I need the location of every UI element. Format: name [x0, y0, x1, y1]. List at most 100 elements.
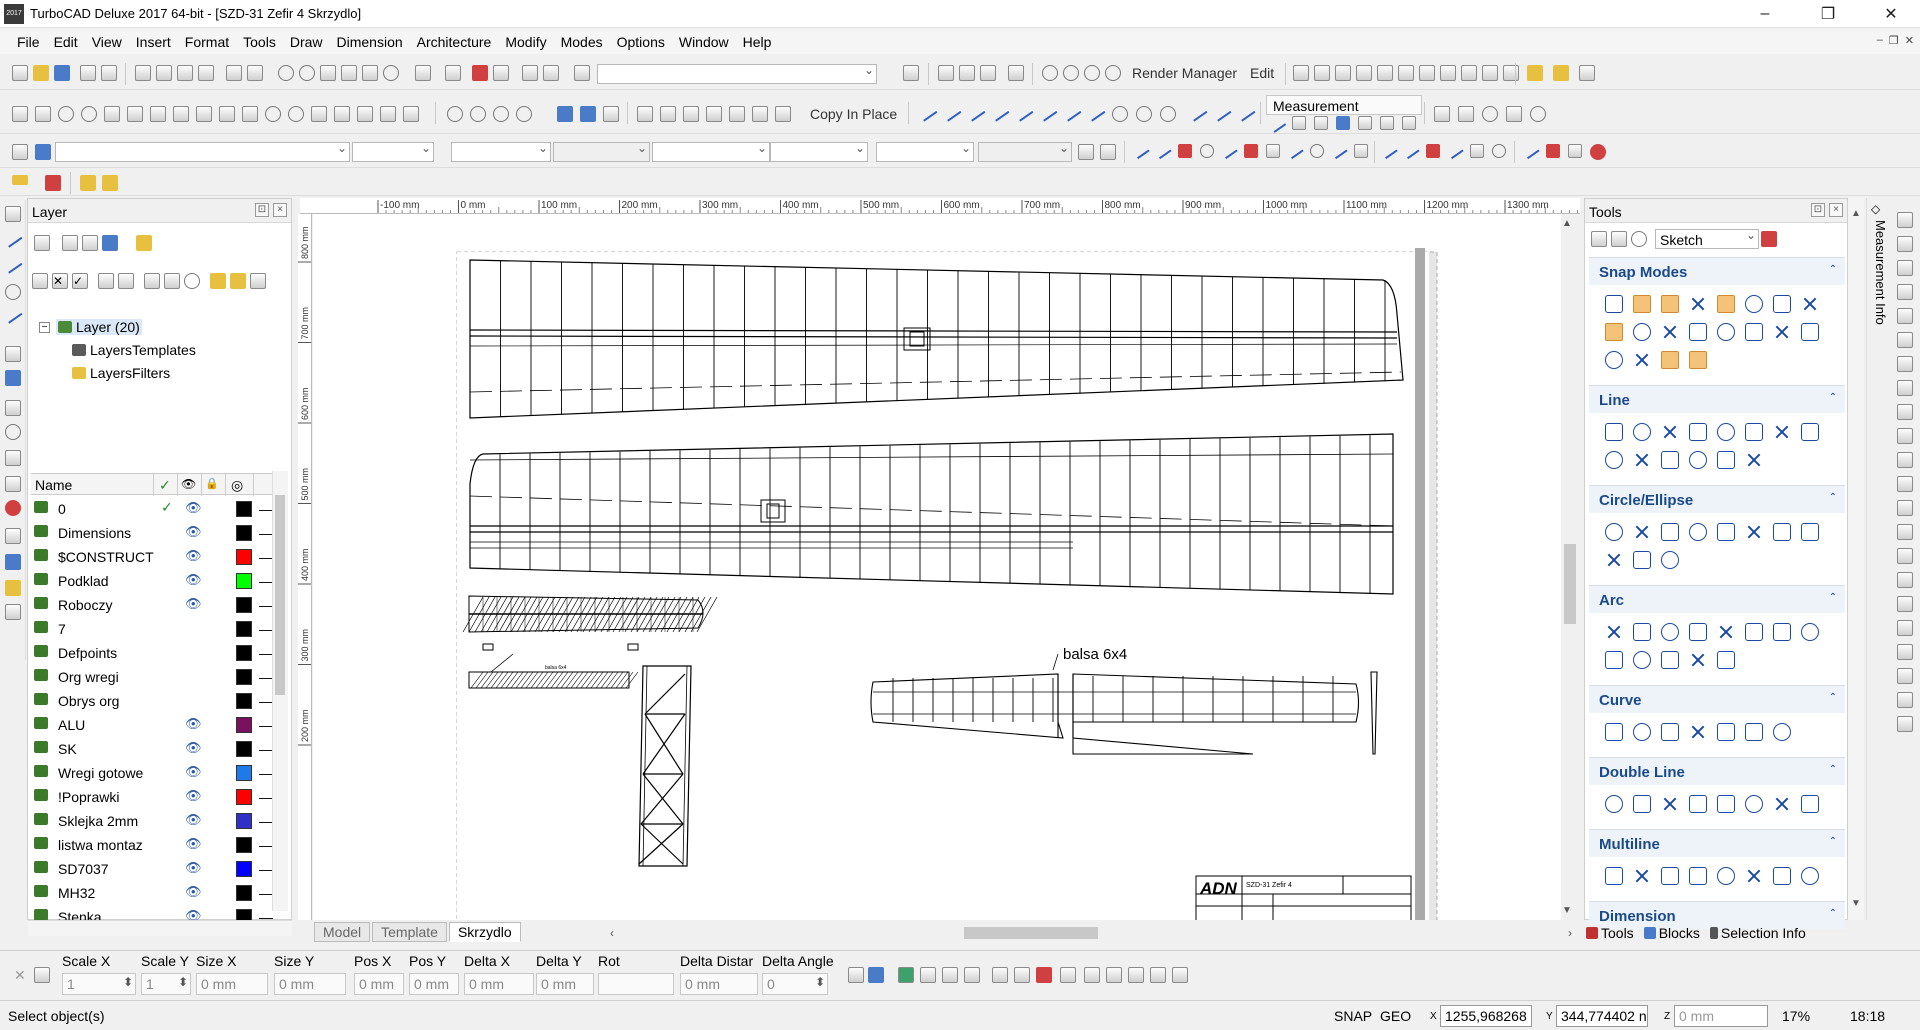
layer-linestyle[interactable]: — [259, 741, 273, 757]
layer-linestyle[interactable]: — [259, 861, 273, 877]
layer-color-swatch[interactable] [236, 813, 252, 829]
edit-tool-icon-4[interactable] [1446, 142, 1464, 160]
inspector-tool-icon-9[interactable] [1036, 967, 1052, 983]
layer-row[interactable]: Defpoints — [31, 641, 279, 665]
dock-tool-icon[interactable] [1897, 404, 1913, 420]
layer-row[interactable]: Wregi gotowe 👁 — [31, 761, 279, 785]
dock-tool-icon[interactable] [1897, 716, 1913, 732]
inspector-field[interactable]: 1 [62, 973, 136, 995]
canvas-hscrollbar[interactable]: ‹ › [610, 924, 1576, 942]
menu-tools[interactable]: Tools [236, 34, 283, 50]
line-tool-icon[interactable] [1717, 423, 1735, 441]
layer-color-swatch[interactable] [236, 645, 252, 661]
render-hidden-icon[interactable] [1084, 65, 1100, 81]
arc-tool-icon[interactable] [1773, 623, 1791, 641]
workplane-combo[interactable] [597, 63, 877, 84]
multiline-tool-icon[interactable] [1689, 867, 1707, 885]
help-pointer-icon[interactable] [903, 65, 919, 81]
cut-icon[interactable] [135, 65, 151, 81]
measurement-info-tab[interactable]: Measurement Info [1873, 220, 1888, 325]
layer-template-icon[interactable] [82, 235, 98, 251]
line-tool-icon[interactable] [1605, 451, 1623, 469]
modify-circle-icon[interactable] [1310, 144, 1324, 158]
spring-icon[interactable] [334, 106, 350, 122]
curve-tool-icon[interactable] [1745, 723, 1763, 741]
section-curve[interactable]: Curve ⌃ [1589, 685, 1845, 713]
line-tool-icon[interactable] [1801, 423, 1819, 441]
boolean-add-icon[interactable] [447, 106, 463, 122]
tree-collapse-icon[interactable]: − [39, 322, 50, 333]
curve-tool-icon[interactable] [1717, 723, 1735, 741]
linestyle-combo[interactable] [451, 141, 551, 162]
maximize-button[interactable]: ❐ [1805, 0, 1851, 28]
layer-row[interactable]: listwa montaz 👁 — [31, 833, 279, 857]
boolean-subtract-icon[interactable] [470, 106, 486, 122]
layer-linestyle[interactable]: — [259, 573, 273, 589]
copy-grid-icon[interactable] [660, 106, 676, 122]
layer-color-swatch[interactable] [236, 789, 252, 805]
refresh-view-icon[interactable] [1530, 106, 1546, 122]
spell-check-icon[interactable] [415, 65, 431, 81]
modify-offset-icon[interactable] [1266, 144, 1280, 158]
zoom-level[interactable]: 17% [1782, 1008, 1810, 1024]
wedge-3d-icon[interactable] [127, 106, 143, 122]
light-icon[interactable] [1527, 65, 1543, 81]
snap-extra-icon-2[interactable] [1212, 104, 1232, 122]
page-setup-icon[interactable] [574, 65, 590, 81]
insert-image-icon[interactable] [45, 175, 61, 191]
modify-extend-icon[interactable] [1154, 142, 1172, 160]
line-tool-icon[interactable] [1745, 451, 1763, 469]
tools-globe-icon[interactable] [1631, 231, 1647, 247]
layer-linestyle[interactable]: — [259, 717, 273, 733]
section-circle-ellipse[interactable]: Circle/Ellipse ⌃ [1589, 485, 1845, 513]
layer-linestyle[interactable]: — [259, 669, 273, 685]
extrude-icon[interactable] [196, 106, 212, 122]
layer-linestyle[interactable]: — [259, 549, 273, 565]
layer-up-icon[interactable] [144, 273, 160, 289]
multiline-tool-icon[interactable] [1633, 867, 1651, 885]
zoom-window-icon[interactable] [320, 65, 336, 81]
menu-insert[interactable]: Insert [129, 34, 178, 50]
snap-modes-tool-icon[interactable] [1605, 351, 1623, 369]
boolean-intersect-icon[interactable] [493, 106, 509, 122]
select-window-icon[interactable] [959, 65, 975, 81]
render-icon-1[interactable] [1293, 65, 1309, 81]
tab-blocks[interactable]: Blocks [1643, 922, 1700, 944]
menu-window[interactable]: Window [672, 34, 736, 50]
layer-visible-eye-icon[interactable]: 👁 [185, 860, 202, 876]
snap-modes-tool-icon[interactable] [1745, 295, 1763, 313]
layer-visible-eye-icon[interactable]: 👁 [185, 764, 202, 780]
image-tool-icon[interactable] [5, 580, 21, 596]
drawing-aid-icon[interactable] [12, 175, 28, 185]
snap-indicator[interactable]: SNAP [1334, 1008, 1372, 1024]
drawing-canvas[interactable]: balsa 6x4 balsa 6x4 ADN SZD-31 Zefir 4 [313, 214, 1561, 920]
collapse-chevron-icon[interactable]: ⌃ [1829, 492, 1837, 503]
multiline-tool-icon[interactable] [1801, 867, 1819, 885]
edit-tool-icon-8[interactable] [1546, 144, 1560, 158]
modify-stretch-icon[interactable] [1286, 142, 1304, 160]
snap-extra-icon-1[interactable] [1188, 104, 1208, 122]
arc-tool-icon[interactable] [1633, 651, 1651, 669]
dock-tool-icon[interactable] [1897, 668, 1913, 684]
doc-close-button[interactable]: ✕ [1905, 34, 1914, 47]
copy-in-place-button[interactable]: Copy In Place [810, 106, 897, 122]
circle-ellipse-tool-icon[interactable] [1745, 523, 1763, 541]
undo-icon[interactable] [226, 65, 242, 81]
dock-tool-icon[interactable] [1897, 500, 1913, 516]
doc-minimize-button[interactable]: – [1877, 34, 1883, 47]
layer-row[interactable]: Roboczy 👁 — [31, 593, 279, 617]
inspector-tool-icon-10[interactable] [1060, 967, 1076, 983]
dock-tool-icon[interactable] [1897, 692, 1913, 708]
tab-selection-info[interactable]: Selection Info [1709, 922, 1806, 944]
inspector-tool-icon-13[interactable] [1128, 967, 1144, 983]
menu-edit[interactable]: Edit [47, 34, 85, 50]
modify-trim-icon[interactable] [1132, 142, 1150, 160]
scroll-down-icon[interactable]: ▼ [1562, 905, 1572, 916]
inspector-grid-icon[interactable] [34, 967, 50, 983]
layer-unlock-icon[interactable] [230, 273, 246, 289]
line-tool-icon[interactable] [1661, 451, 1679, 469]
line-tool-icon[interactable] [1633, 423, 1651, 441]
tree-layers-templates[interactable]: LayersTemplates [72, 342, 196, 358]
render-icon-8[interactable] [1440, 65, 1456, 81]
menu-view[interactable]: View [85, 34, 129, 50]
